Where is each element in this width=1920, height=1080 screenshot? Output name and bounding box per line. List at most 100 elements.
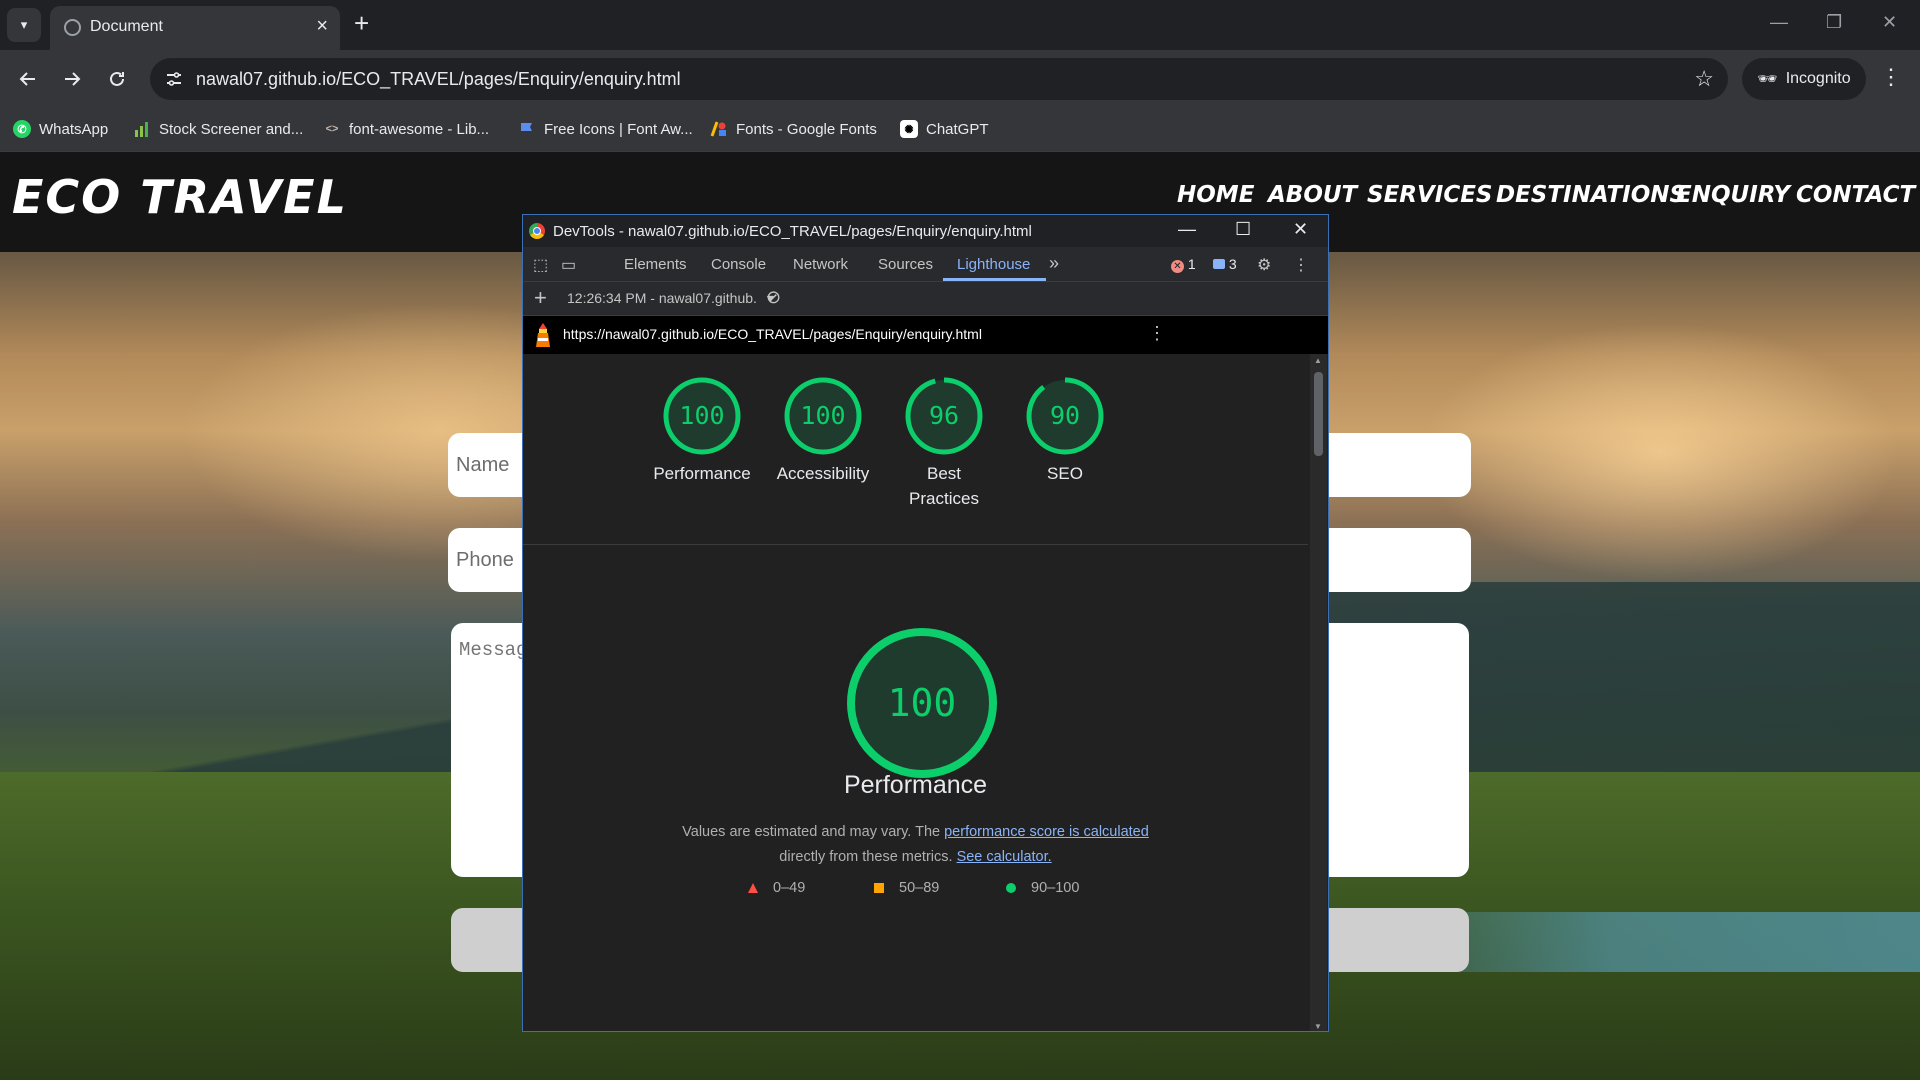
tab-elements[interactable]: Elements [624,256,687,273]
name-placeholder: Name [456,454,510,476]
nav-services[interactable]: SERVICES [1367,182,1493,208]
report-scrollbar[interactable]: ▲ ▼ [1310,354,1327,1031]
score-gauge-performance[interactable]: 100 [662,376,742,456]
minimize-icon[interactable]: — [1178,219,1196,240]
scroll-thumb[interactable] [1314,372,1323,456]
see-calculator-link[interactable]: See calculator. [957,849,1052,865]
bookmark-chatgpt[interactable]: ✺ ChatGPT [900,116,989,142]
score-gauge-seo[interactable]: 90 [1025,376,1105,456]
forward-arrow-icon [65,72,81,86]
report-menu-icon[interactable]: ⋮ [1148,323,1166,344]
maximize-icon[interactable]: ☐ [1235,219,1251,240]
minimize-icon[interactable]: — [1770,12,1788,33]
legend-label: 90–100 [1031,880,1080,896]
nav-about[interactable]: ABOUT [1268,182,1357,208]
errors-counter[interactable]: ✕ 1 [1171,256,1196,273]
message-placeholder: Messag [459,639,528,661]
devtools-window-title: DevTools - nawal07.github.io/ECO_TRAVEL/… [553,223,1032,240]
bookmark-google-fonts[interactable]: Fonts - Google Fonts [710,116,877,142]
bookmark-label: WhatsApp [39,120,109,138]
background-cloud [1420,322,1900,582]
performance-description: Values are estimated and may vary. The p… [643,820,1188,870]
bookmarks-bar: ✆ WhatsApp Stock Screener and... <> font… [0,108,1920,152]
incognito-label: Incognito [1785,70,1851,87]
clear-reports-icon[interactable]: ⊘ [766,287,781,308]
main-score: 100 [887,681,957,725]
close-window-icon[interactable]: ✕ [1293,219,1308,240]
inspect-element-icon[interactable]: ⬚ [533,255,548,275]
more-tabs-icon[interactable]: » [1049,253,1059,274]
back-button[interactable] [13,64,43,94]
performance-title: Performance [843,771,988,799]
forward-button[interactable] [57,64,87,94]
tab-title: Document [90,18,163,35]
lighthouse-logo-icon [536,323,550,347]
tab-search-button[interactable]: ▾ [7,8,41,42]
device-toolbar-icon[interactable]: ▭ [561,255,576,275]
report-selector-label: 12:26:34 PM - nawal07.github. [567,290,757,306]
scroll-down-icon[interactable]: ▼ [1314,1022,1322,1031]
incognito-icon: 🕶 [1757,71,1778,88]
tab-sources[interactable]: Sources [878,256,933,273]
nav-enquiry[interactable]: ENQUIRY [1676,182,1790,208]
message-icon [1213,259,1225,269]
score-gauge-accessibility[interactable]: 100 [783,376,863,456]
tab-lighthouse[interactable]: Lighthouse [957,256,1030,273]
devtools-titlebar: DevTools - nawal07.github.io/ECO_TRAVEL/… [523,215,1328,247]
report-url: https://nawal07.github.io/ECO_TRAVEL/pag… [563,326,982,342]
error-icon: ✕ [1171,260,1184,273]
scroll-up-icon[interactable]: ▲ [1314,356,1322,365]
new-report-icon[interactable]: + [534,285,547,311]
bookmark-free-icons[interactable]: Free Icons | Font Aw... [518,116,693,142]
desc-text: Values are estimated and may vary. The [682,824,945,840]
bookmark-font-awesome-lib[interactable]: <> font-awesome - Lib... [323,116,490,142]
google-fonts-icon [710,120,728,138]
whatsapp-icon: ✆ [13,120,31,138]
desc-text: directly from these metrics. [779,849,957,865]
close-icon[interactable]: × [316,15,328,38]
devtools-menu-icon[interactable]: ⋮ [1293,255,1309,275]
chevron-down-icon: ▾ [20,17,28,32]
bookmark-stock-screener[interactable]: Stock Screener and... [133,116,303,142]
back-arrow-icon [19,72,35,86]
lighthouse-toolbar: + 12:26:34 PM - nawal07.github. ▾ ⊘ [523,282,1328,316]
section-divider [523,544,1308,545]
browser-menu-icon[interactable]: ⋮ [1880,66,1902,88]
bar-chart-icon [133,120,151,138]
tab-strip: ▾ Document × + — ❐ ✕ [0,0,1920,50]
url-text: nawal07.github.io/ECO_TRAVEL/pages/Enqui… [196,69,681,89]
bookmark-label: font-awesome - Lib... [349,120,490,138]
reload-button[interactable] [102,64,132,94]
settings-gear-icon[interactable]: ⚙ [1257,255,1271,275]
score-calculation-link[interactable]: performance score is calculated [944,824,1149,840]
browser-tab[interactable]: Document × [50,6,340,50]
nav-destinations[interactable]: DESTINATIONS [1496,182,1686,208]
restore-icon[interactable]: ❐ [1826,12,1842,33]
bookmark-whatsapp[interactable]: ✆ WhatsApp [13,116,108,142]
legend-label: 50–89 [899,880,940,896]
tab-console[interactable]: Console [711,256,766,273]
gauge-score: 100 [800,401,846,430]
bookmark-label: Free Icons | Font Aw... [544,120,693,138]
gauge-score: 90 [1049,401,1081,430]
gauge-label-best-practices: Best Practices [909,464,979,508]
report-selector[interactable]: 12:26:34 PM - nawal07.github. ▾ [567,290,774,307]
nav-contact[interactable]: CONTACT [1796,182,1915,208]
score-gauge-best-practices[interactable]: 96 [904,376,984,456]
triangle-icon [748,883,758,893]
site-info-icon[interactable] [164,69,184,89]
bookmark-label: Fonts - Google Fonts [736,120,877,138]
site-logo[interactable]: ECO TRAVEL [12,170,348,224]
messages-counter[interactable]: 3 [1213,256,1237,272]
nav-home[interactable]: HOME [1177,182,1254,208]
legend-pass: 90–100 [1005,880,1079,896]
flag-icon [518,120,536,138]
tab-network[interactable]: Network [793,256,848,273]
incognito-button[interactable]: 🕶 Incognito [1742,58,1866,100]
new-tab-button[interactable]: + [354,10,369,36]
close-window-icon[interactable]: ✕ [1882,12,1897,33]
address-bar[interactable]: nawal07.github.io/ECO_TRAVEL/pages/Enqui… [150,58,1728,100]
lighthouse-report: 100 Performance 100 Accessibility 96 Bes… [523,354,1308,1031]
bookmark-star-icon[interactable]: ☆ [1694,66,1714,92]
globe-icon [64,19,81,36]
